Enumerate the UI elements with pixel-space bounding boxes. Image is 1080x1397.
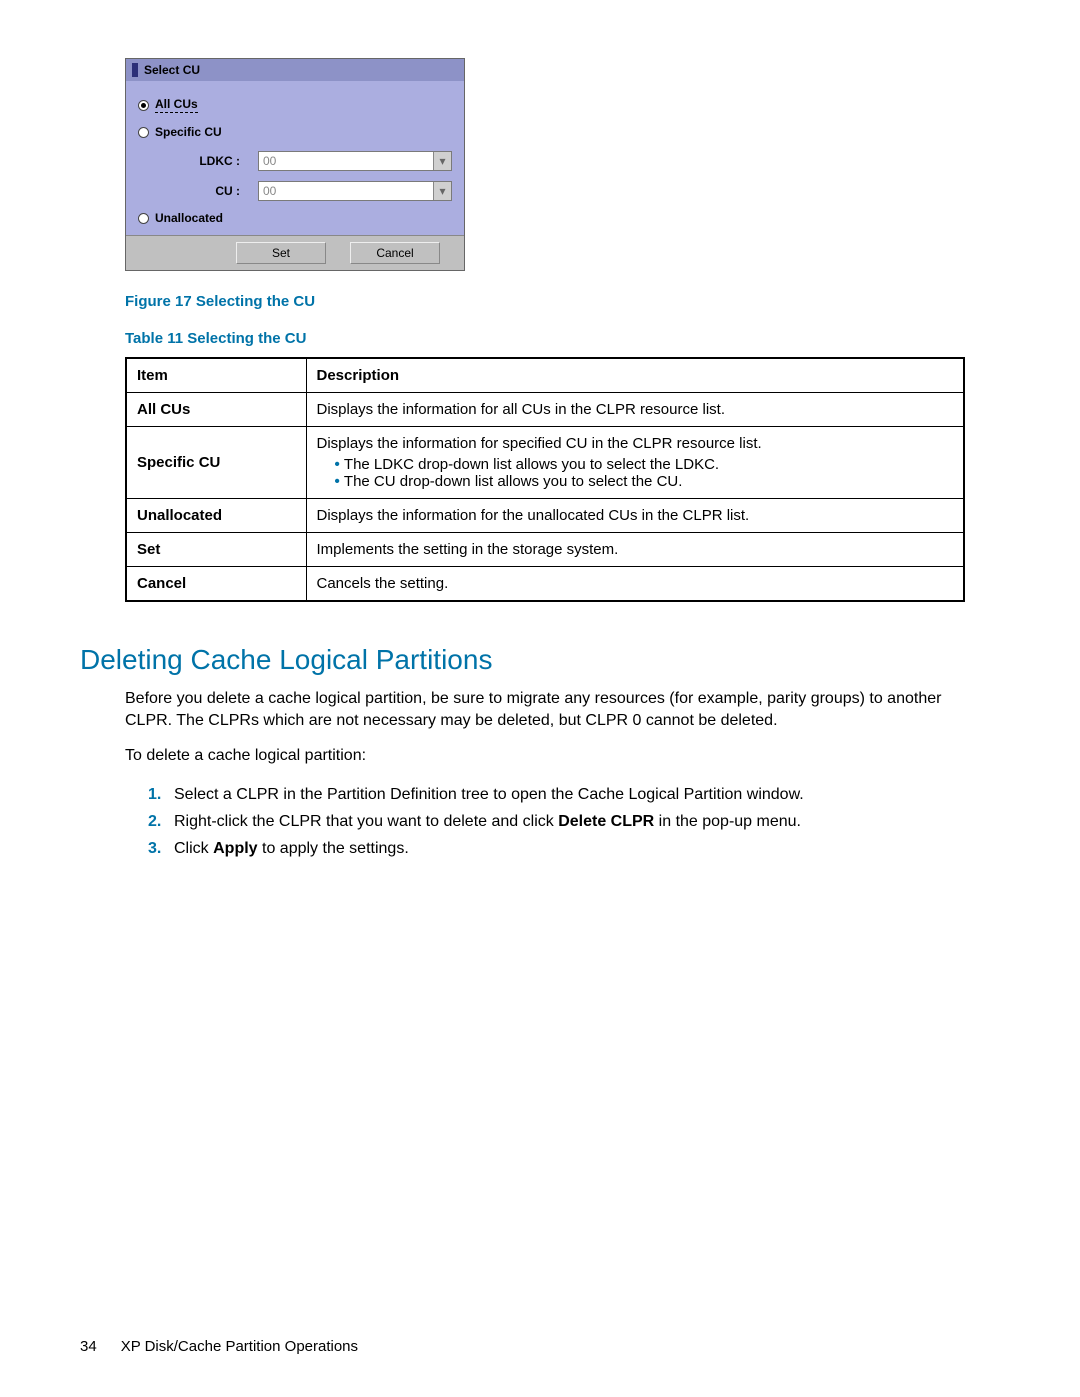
cell-item: All CUs	[126, 393, 306, 427]
cell-desc: Displays the information for the unalloc…	[306, 499, 964, 533]
radio-specific-cu-label: Specific CU	[155, 125, 222, 139]
list-item: The LDKC drop-down list allows you to se…	[335, 456, 954, 473]
table-caption: Table 11 Selecting the CU	[125, 330, 1000, 347]
cell-desc: Cancels the setting.	[306, 567, 964, 602]
radio-unallocated[interactable]: Unallocated	[138, 211, 452, 225]
table-row: Set Implements the setting in the storag…	[126, 533, 964, 567]
cell-desc: Implements the setting in the storage sy…	[306, 533, 964, 567]
paragraph: To delete a cache logical partition:	[125, 745, 965, 767]
table-row: Unallocated Displays the information for…	[126, 499, 964, 533]
table-row: All CUs Displays the information for all…	[126, 393, 964, 427]
dialog-body: All CUs Specific CU LDKC : ▾ CU : ▾ Unal…	[126, 81, 464, 235]
radio-specific-cu[interactable]: Specific CU	[138, 125, 452, 139]
chevron-down-icon[interactable]: ▾	[433, 152, 451, 170]
table-row: Specific CU Displays the information for…	[126, 427, 964, 499]
radio-icon	[138, 127, 149, 138]
th-item: Item	[126, 358, 306, 393]
section-heading: Deleting Cache Logical Partitions	[80, 644, 1000, 676]
cell-desc: Displays the information for all CUs in …	[306, 393, 964, 427]
cu-value[interactable]	[259, 182, 433, 200]
table-row: Cancel Cancels the setting.	[126, 567, 964, 602]
ldkc-label: LDKC :	[138, 154, 258, 168]
ldkc-value[interactable]	[259, 152, 433, 170]
page-number: 34	[80, 1338, 97, 1355]
radio-icon	[138, 213, 149, 224]
dialog-button-bar: Set Cancel	[126, 235, 464, 270]
ldkc-field: LDKC : ▾	[138, 151, 452, 171]
cell-desc: Displays the information for specified C…	[306, 427, 964, 499]
figure-caption: Figure 17 Selecting the CU	[125, 293, 1000, 310]
cell-item: Cancel	[126, 567, 306, 602]
list-item: The CU drop-down list allows you to sele…	[335, 473, 954, 490]
set-button[interactable]: Set	[236, 242, 326, 264]
desc-text: Displays the information for specified C…	[317, 435, 762, 452]
cu-label: CU :	[138, 184, 258, 198]
cu-dropdown[interactable]: ▾	[258, 181, 452, 201]
select-cu-dialog: Select CU All CUs Specific CU LDKC : ▾ C…	[125, 58, 465, 271]
table-header-row: Item Description	[126, 358, 964, 393]
cu-field: CU : ▾	[138, 181, 452, 201]
footer-title: XP Disk/Cache Partition Operations	[121, 1338, 358, 1355]
title-bar-accent	[132, 63, 138, 77]
cell-item: Unallocated	[126, 499, 306, 533]
cell-item: Set	[126, 533, 306, 567]
body-text: Before you delete a cache logical partit…	[125, 688, 965, 767]
list-item: Right-click the CLPR that you want to de…	[148, 808, 1000, 835]
desc-bullets: The LDKC drop-down list allows you to se…	[317, 456, 954, 490]
radio-unallocated-label: Unallocated	[155, 211, 223, 225]
dialog-titlebar: Select CU	[126, 59, 464, 81]
radio-icon	[138, 100, 149, 111]
cell-item: Specific CU	[126, 427, 306, 499]
dialog-title-text: Select CU	[144, 63, 200, 77]
radio-all-cus-label: All CUs	[155, 97, 198, 113]
chevron-down-icon[interactable]: ▾	[433, 182, 451, 200]
paragraph: Before you delete a cache logical partit…	[125, 688, 965, 731]
list-item: Click Apply to apply the settings.	[148, 835, 1000, 862]
radio-all-cus[interactable]: All CUs	[138, 97, 452, 113]
steps-list: Select a CLPR in the Partition Definitio…	[148, 781, 1000, 863]
cancel-button[interactable]: Cancel	[350, 242, 440, 264]
ldkc-dropdown[interactable]: ▾	[258, 151, 452, 171]
page-footer: 34 XP Disk/Cache Partition Operations	[80, 1338, 358, 1355]
selecting-cu-table: Item Description All CUs Displays the in…	[125, 357, 965, 602]
list-item: Select a CLPR in the Partition Definitio…	[148, 781, 1000, 808]
th-desc: Description	[306, 358, 964, 393]
